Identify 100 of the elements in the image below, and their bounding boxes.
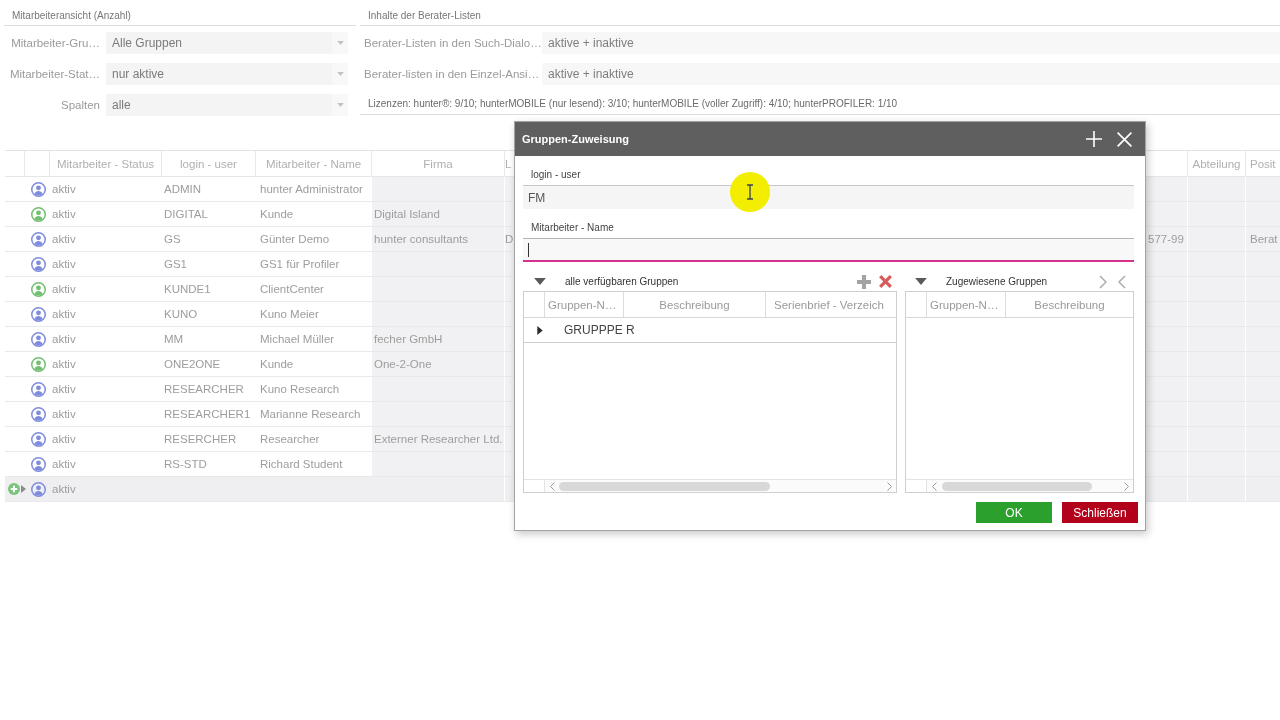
table-row[interactable] [1146, 377, 1280, 402]
column-header[interactable]: Mitarbeiter - Status [50, 151, 162, 176]
table-cell-text: RESEARCHER [163, 382, 245, 397]
chevron-right-icon[interactable] [887, 481, 892, 491]
table-cell-text: Kuno Meier [259, 307, 320, 322]
table-row[interactable] [1146, 252, 1280, 277]
plus-circle-icon[interactable] [8, 483, 20, 495]
scrollbar-thumb[interactable] [942, 481, 1092, 491]
table-cell-text: ADMIN [163, 182, 203, 197]
ok-button[interactable]: OK [976, 502, 1052, 523]
table-cell-text: Berat [1249, 232, 1279, 247]
table-cell-text: aktiv [51, 182, 77, 197]
table-cell-text: Kunde [259, 357, 295, 372]
table-row[interactable]: aktiv GS1 GS1 für Profiler [5, 252, 514, 277]
section-title: Mitarbeiteransicht (Anzahl) [4, 8, 356, 26]
table-row[interactable] [1146, 327, 1280, 352]
panel-title: Zugewiesene Gruppen [946, 276, 1048, 287]
table-row[interactable] [1146, 277, 1280, 302]
list-row[interactable]: GRUPPPE R [524, 318, 896, 343]
table-cell-text: aktiv [51, 432, 77, 447]
dialog-title: Gruppen-Zuweisung [522, 133, 629, 145]
table-row[interactable]: aktiv RESEARCHER Kuno Research [5, 377, 514, 402]
table-row[interactable] [1146, 202, 1280, 227]
table-cell-text: ClientCenter [259, 282, 325, 297]
plus-icon[interactable] [857, 274, 871, 289]
table-cell-text: Günter Demo [259, 232, 331, 247]
horizontal-scrollbar[interactable] [927, 480, 1133, 492]
table-cell-text: aktiv [51, 407, 77, 422]
table-row[interactable]: aktiv ONE2ONE Kunde One-2-One [5, 352, 514, 377]
table-cell-text: aktiv [51, 357, 77, 372]
table-cell-text: aktiv [51, 257, 77, 272]
table-cell-text: Marianne Research [259, 407, 362, 422]
table-cell: hunter consultants [372, 227, 505, 251]
table-cell-text: aktiv [51, 207, 77, 222]
table-cell-text: GS1 [163, 257, 188, 272]
chevron-left-icon[interactable] [550, 481, 555, 491]
field-label: Berater-Listen in den Such-Dialo… [363, 37, 542, 49]
text-caret-icon [528, 242, 529, 257]
chevron-right-icon[interactable] [1099, 274, 1107, 289]
table-row[interactable] [1146, 477, 1280, 502]
table-cell-text: KUNDE1 [163, 282, 212, 297]
table-cell: fecher GmbH [372, 327, 505, 351]
scrollbar-thumb[interactable] [559, 481, 770, 491]
column-header[interactable]: Firma [372, 151, 505, 176]
caret-right-icon[interactable] [537, 325, 543, 335]
table-cell-text: DIGITAL [163, 207, 209, 222]
table-cell-text: Michael Müller [259, 332, 336, 347]
table-row[interactable]: aktiv RESEARCHER1 Marianne Research [5, 402, 514, 427]
column-header[interactable]: Gruppen-N… [927, 292, 1006, 317]
table-cell-text: Kunde [259, 207, 295, 222]
table-cell: Digital Island [372, 202, 505, 226]
column-header[interactable]: Beschreibung [1006, 292, 1133, 317]
column-header[interactable]: Posit [1246, 151, 1280, 176]
cross-icon[interactable] [879, 275, 892, 288]
column-header[interactable]: Serienbrief - Verzeich [766, 292, 896, 317]
table-row[interactable] [1146, 177, 1280, 202]
table-cell-text: aktiv [51, 382, 77, 397]
table-row[interactable]: aktiv RESERCHER Researcher Externer Researcher Ltd. [5, 427, 514, 452]
cancel-button[interactable]: Schließen [1062, 502, 1138, 523]
table-row[interactable] [1146, 402, 1280, 427]
chevron-left-icon[interactable] [932, 481, 937, 491]
field-label: Mitarbeiter-Stat… [8, 68, 100, 80]
chevron-right-icon[interactable] [1124, 481, 1129, 491]
table-row[interactable] [1146, 452, 1280, 477]
close-icon[interactable] [1117, 131, 1132, 147]
field-label: Mitarbeiter - Name [530, 221, 615, 235]
dropdown-field[interactable]: nur aktive [106, 63, 348, 85]
column-header[interactable]: login - user [162, 151, 256, 176]
table-cell-text: GS [163, 232, 182, 247]
caret-down-icon[interactable] [534, 278, 546, 285]
table-row[interactable]: aktiv ADMIN hunter Administrator [5, 177, 514, 202]
table-row[interactable]: aktiv KUNO Kuno Meier [5, 302, 514, 327]
table-row[interactable] [1146, 427, 1280, 452]
column-header[interactable]: Abteilung [1188, 151, 1246, 176]
table-row[interactable]: aktiv [5, 477, 514, 502]
column-header[interactable]: Gruppen-N… [545, 292, 624, 317]
table-cell-text: Kuno Research [259, 382, 341, 397]
chevron-left-icon[interactable] [1118, 274, 1126, 289]
value-field[interactable]: aktive + inaktive [542, 63, 1280, 85]
column-header[interactable]: Beschreibung [624, 292, 766, 317]
table-row[interactable] [1146, 352, 1280, 377]
table-row[interactable]: aktiv MM Michael Müller fecher GmbH [5, 327, 514, 352]
table-cell: Externer Researcher Ltd. [372, 427, 505, 451]
table-cell: One-2-One [372, 352, 505, 376]
text-field[interactable]: FM [523, 185, 1134, 209]
table-cell-text: RESEARCHER1 [163, 407, 252, 422]
dropdown-field[interactable]: alle [106, 94, 348, 116]
column-header[interactable]: Mitarbeiter - Name [256, 151, 372, 176]
table-row[interactable]: aktiv GS Günter Demo hunter consultants D [5, 227, 514, 252]
table-row[interactable]: aktiv DIGITAL Kunde Digital Island [5, 202, 514, 227]
table-row[interactable]: 577-99 Berat [1146, 227, 1280, 252]
column-header[interactable]: L [505, 151, 514, 176]
table-row[interactable]: aktiv RS-STD Richard Student [5, 452, 514, 477]
horizontal-scrollbar[interactable] [545, 480, 896, 492]
value-field[interactable]: aktive + inaktive [542, 32, 1280, 54]
text-field[interactable] [523, 238, 1134, 262]
dropdown-field[interactable]: Alle Gruppen [106, 32, 348, 54]
table-row[interactable]: aktiv KUNDE1 ClientCenter [5, 277, 514, 302]
table-row[interactable] [1146, 302, 1280, 327]
caret-down-icon[interactable] [915, 278, 927, 285]
